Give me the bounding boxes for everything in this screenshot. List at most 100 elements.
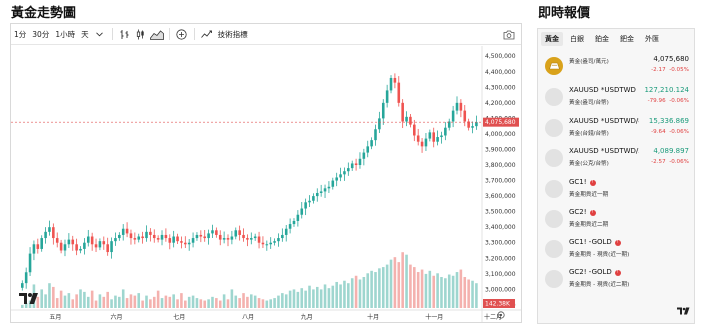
- bar-style-icon[interactable]: [117, 24, 133, 45]
- volume-bar: [211, 296, 214, 308]
- candle-body: [370, 140, 373, 147]
- candle-body: [106, 244, 109, 253]
- tab-gold[interactable]: 黃金: [541, 32, 563, 46]
- volume-bar: [242, 293, 245, 308]
- y-tick-label: 3,900,000: [485, 146, 516, 153]
- candle-body: [67, 239, 71, 245]
- price-chart[interactable]: 2,900,0003,000,0003,100,0003,200,0003,30…: [11, 46, 521, 322]
- tab-palladium[interactable]: 鈀金: [616, 32, 638, 46]
- quote-change: -2.17 -0.05%: [651, 67, 689, 73]
- interval-1hour-button[interactable]: 1小時: [52, 24, 78, 45]
- volume-bar: [350, 278, 354, 308]
- quote-row[interactable]: GC1!! 黃金期貨近一期: [541, 177, 693, 205]
- candle-body: [432, 132, 436, 142]
- alert-badge-icon: !: [589, 210, 596, 216]
- candle-body: [149, 231, 152, 235]
- chevron-down-icon[interactable]: [92, 24, 108, 45]
- quote-change: -2.57 -0.06%: [651, 159, 689, 165]
- volume-bar: [52, 286, 55, 308]
- gold-bar-icon: [545, 57, 563, 75]
- add-compare-icon[interactable]: [174, 24, 190, 45]
- y-tick-label: 3,800,000: [485, 162, 516, 169]
- volume-bar: [347, 283, 350, 308]
- candle-body: [164, 234, 168, 239]
- volume-bar: [160, 298, 164, 308]
- interval-1min-button[interactable]: 1分: [11, 24, 29, 45]
- candle-body: [133, 238, 137, 240]
- candle-body: [424, 138, 428, 147]
- volume-bar: [273, 298, 276, 308]
- volume-bar: [222, 294, 226, 308]
- volume-bar: [121, 289, 125, 308]
- interval-30min-button[interactable]: 30分: [29, 24, 52, 45]
- volume-bar: [339, 284, 342, 308]
- volume-bar: [226, 299, 230, 308]
- candle-body: [226, 238, 230, 240]
- candle-body: [459, 102, 463, 111]
- candlestick-icon[interactable]: [133, 24, 149, 45]
- volume-bar: [327, 288, 331, 308]
- volume-bar: [55, 298, 59, 308]
- chart-plot-area[interactable]: 2,900,0003,000,0003,100,0003,200,0003,30…: [11, 46, 521, 322]
- y-tick-label: 3,700,000: [485, 178, 516, 185]
- interval-day-button[interactable]: 天: [78, 24, 92, 45]
- volume-bar: [378, 268, 381, 308]
- quote-row[interactable]: GC2!! 黃金期貨近二期: [541, 207, 693, 235]
- quote-row[interactable]: 黃金(盎司/萬元) 4,075,680 -2.17 -0.05%: [541, 54, 693, 82]
- volume-bar: [475, 283, 478, 308]
- quote-row[interactable]: XAUUSD *USDTWD/31.1 黃金(公克/台幣) 4,089.897 …: [541, 146, 693, 174]
- candle-body: [187, 242, 191, 245]
- candle-body: [118, 234, 121, 239]
- x-tick-label: 六月: [111, 313, 123, 321]
- candle-body: [350, 163, 354, 169]
- candle-body: [261, 242, 265, 245]
- volume-bar: [436, 273, 439, 308]
- quote-row[interactable]: GC2! -GOLD! 黃金期貨 - 現貨(近二期): [541, 267, 693, 295]
- area-chart-icon[interactable]: [149, 24, 165, 45]
- quote-row[interactable]: XAUUSD *USDTWD/8.294 黃金(台錢/台幣) 15,336.86…: [541, 116, 693, 144]
- tab-forex[interactable]: 外匯: [641, 32, 663, 46]
- candle-body: [176, 236, 179, 242]
- quote-name: 黃金期貨 - 現貨(近二期): [569, 282, 630, 288]
- volume-bar: [215, 298, 218, 308]
- candle-body: [160, 234, 164, 240]
- quote-row[interactable]: GC1! -GOLD! 黃金期貨 - 現貨(近一期): [541, 237, 693, 265]
- candle-body: [102, 241, 106, 245]
- candle-body: [191, 238, 195, 243]
- volume-bar: [21, 304, 24, 308]
- camera-icon[interactable]: [501, 24, 517, 45]
- quote-row[interactable]: XAUUSD *USDTWD 黃金(盎司/台幣) 127,210.124 -79…: [541, 85, 693, 113]
- candle-body: [75, 244, 78, 251]
- volume-bar: [207, 299, 210, 308]
- x-tick-label: 七月: [173, 313, 185, 321]
- tab-silver[interactable]: 白銀: [566, 32, 588, 46]
- volume-bar: [335, 281, 338, 308]
- volume-bar: [83, 291, 86, 308]
- volume-bar: [455, 272, 459, 308]
- volume-bar: [199, 299, 203, 308]
- y-tick-label: 3,500,000: [485, 209, 516, 216]
- quote-price: 127,210.124: [644, 86, 689, 94]
- volume-bar: [401, 252, 404, 308]
- y-tick-label: 3,300,000: [485, 240, 516, 247]
- y-tick-label: 3,200,000: [485, 255, 516, 262]
- volume-bar: [471, 280, 474, 308]
- volume-bar: [184, 300, 187, 308]
- volume-bar: [75, 294, 78, 308]
- x-tick-label: 十一月: [425, 313, 443, 321]
- candle-body: [59, 242, 63, 251]
- quote-name: 黃金(公克/台幣): [569, 161, 609, 167]
- candle-body: [71, 239, 75, 245]
- candle-body: [250, 238, 253, 240]
- indicators-icon[interactable]: [199, 24, 215, 45]
- volume-bar: [444, 278, 447, 308]
- tab-platinum[interactable]: 鉑金: [591, 32, 613, 46]
- candle-body: [253, 236, 257, 239]
- indicators-button[interactable]: 技術指標: [215, 24, 251, 45]
- volume-bar: [125, 298, 129, 308]
- quote-symbol: GC2!!: [569, 208, 639, 216]
- volume-bar: [257, 298, 261, 308]
- volume-bar: [168, 296, 172, 308]
- candle-body: [129, 233, 133, 239]
- volume-bar: [409, 264, 412, 308]
